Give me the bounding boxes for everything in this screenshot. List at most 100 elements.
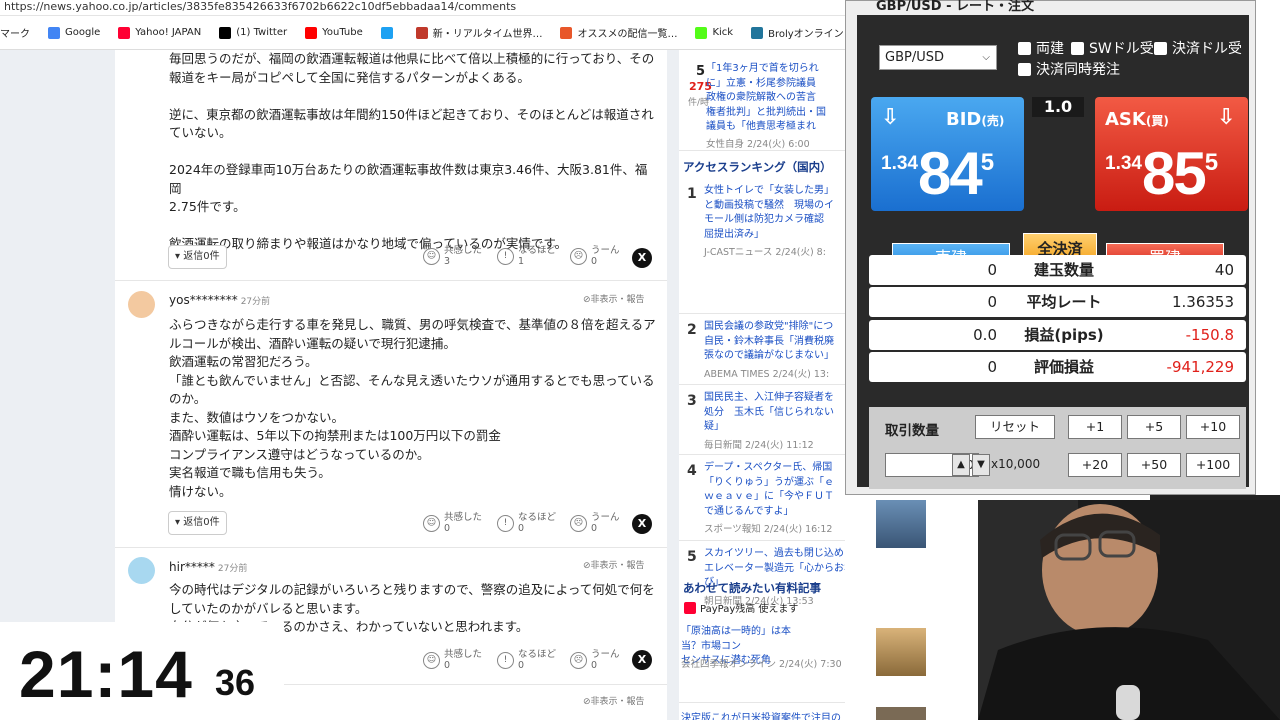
quantity-label: 取引数量 bbox=[885, 423, 939, 439]
comment-line: また、数値はウソをつかない。 bbox=[169, 409, 345, 425]
increment-20-button[interactable]: +20 bbox=[1068, 453, 1122, 477]
empathize-button[interactable]: ☺ 共感した 0 bbox=[423, 649, 482, 671]
increment-5-button[interactable]: +5 bbox=[1127, 415, 1181, 439]
settle-dollar-checkbox[interactable]: 決済ドル受 bbox=[1154, 38, 1242, 58]
trading-window: GBP/USD - レート・注文 GBP/USD ⌵ 両建 SWドル受 決済ドル受… bbox=[845, 0, 1256, 495]
bookmark-item[interactable]: (1) Twitter bbox=[219, 26, 287, 39]
empathize-button[interactable]: ☺ 共感した 0 bbox=[423, 512, 482, 534]
bookmark-item[interactable]: マーク bbox=[0, 25, 30, 40]
divider bbox=[679, 313, 845, 314]
article-thumbnail[interactable] bbox=[876, 707, 926, 720]
divider bbox=[679, 384, 845, 385]
bookmark-item[interactable]: Google bbox=[48, 26, 100, 39]
lightbulb-icon: ǃ bbox=[497, 514, 514, 532]
ranking-source: スポーツ報知 2/24(火) 16:12 bbox=[704, 524, 833, 535]
increment-10-button[interactable]: +10 bbox=[1186, 415, 1240, 439]
bookmark-item[interactable]: Kick bbox=[695, 26, 734, 39]
hide-report-link[interactable]: ⊘非表示・報告 bbox=[583, 292, 645, 305]
ranking-title[interactable]: 「1年3ヶ月で首を切られ に」立憲・杉尾参院議員 政権の衆院解散への苦言 権者批判」と… bbox=[706, 62, 826, 135]
bookmark-item[interactable]: オススメの配信一覧… bbox=[560, 25, 677, 40]
bid-button[interactable]: ⇩ BID(売) 1.34845 bbox=[871, 97, 1024, 211]
paid-article-source: 会社四季報オンライン 2/24(火) 7:30 bbox=[681, 659, 842, 670]
bookmark-item[interactable]: Yahoo! JAPAN bbox=[118, 26, 202, 39]
arrow-down-icon: ⇩ bbox=[881, 105, 900, 130]
hedge-checkbox[interactable]: 両建 bbox=[1018, 38, 1064, 58]
bookmark-label: Kick bbox=[712, 27, 734, 38]
share-x-icon[interactable]: X bbox=[632, 248, 652, 268]
increment-100-button[interactable]: +100 bbox=[1186, 453, 1240, 477]
ranking-title[interactable]: デープ・スペクター氏、帰国 「りくりゅう」うが運ぶ「ｅ ｗｅａｖｅ」に「今やＦＵＴ で… bbox=[704, 461, 845, 519]
simultaneous-order-checkbox[interactable]: 決済同時発注 bbox=[1018, 59, 1120, 79]
share-x-icon[interactable]: X bbox=[632, 514, 652, 534]
buy-side-value: -150.8 bbox=[1185, 326, 1234, 344]
divider bbox=[115, 280, 667, 281]
avatar bbox=[128, 291, 155, 318]
hide-report-link[interactable]: ⊘非表示・報告 bbox=[583, 694, 645, 707]
ranking-source: ABEMA TIMES 2/24(火) 13: bbox=[704, 368, 830, 380]
title-line: 権者批判」と批判続出・国 bbox=[706, 106, 826, 118]
ask-button[interactable]: ASK(買) ⇩ 1.34855 bbox=[1095, 97, 1248, 211]
comment-line: ルコールが検出、酒酔い運転の疑いで現行犯逮捕。 bbox=[169, 335, 456, 351]
comment-line: 酒酔い運転は、5年以下の拘禁刑または100万円以下の罰金 bbox=[169, 428, 501, 443]
share-x-icon[interactable]: X bbox=[632, 650, 652, 670]
comment-1-text: 毎回思うのだが、福岡の飲酒運転報道は他県に比べて倍以上積極的に行っており、その報… bbox=[169, 50, 659, 254]
hmm-button[interactable]: ☹ うーん 0 bbox=[570, 245, 620, 267]
reply-button[interactable]: ▾ 返信0件 bbox=[168, 511, 227, 535]
understand-button[interactable]: ǃ なるほど 0 bbox=[497, 512, 556, 534]
chevron-down-icon: ⌵ bbox=[982, 52, 990, 63]
reply-button[interactable]: ▾ 返信0件 bbox=[168, 245, 227, 269]
comment-line: 今の時代はデジタルの記録がいろいろと残りますので、警察の追及によって何処で何を bbox=[169, 582, 655, 597]
paid-article-title[interactable]: 決定版これが日米投資案件で注目の bbox=[681, 709, 841, 720]
article-thumbnail[interactable] bbox=[876, 500, 926, 548]
bookmark-item[interactable]: Brolyオンライン HD：… bbox=[751, 25, 845, 40]
hmm-button[interactable]: ☹ うーん 0 bbox=[570, 512, 620, 534]
article-thumbnail[interactable] bbox=[876, 628, 926, 676]
title-line: 国民会議の参政党"排除"につ bbox=[704, 321, 834, 332]
currency-pair-select[interactable]: GBP/USD ⌵ bbox=[879, 45, 997, 70]
bookmark-label: Yahoo! JAPAN bbox=[135, 27, 202, 38]
title-line: 張なので議論がなじまない」 bbox=[704, 350, 834, 361]
ranking-title[interactable]: 国民民主、入江伸子容疑者を 処分 玉木氏「信じられない 疑」 bbox=[704, 391, 845, 435]
sw-dollar-checkbox[interactable]: SWドル受 bbox=[1071, 38, 1154, 58]
reset-button[interactable]: リセット bbox=[975, 415, 1055, 439]
title-line: 「りくりゅう」うが運ぶ「ｅ bbox=[704, 476, 834, 488]
understand-button[interactable]: ǃ なるほど 1 bbox=[497, 245, 556, 267]
smile-icon: ☺ bbox=[423, 651, 440, 669]
spin-up-icon[interactable]: ▲ bbox=[952, 454, 970, 476]
comment-line: ふらつきながら走行する車を発見し、職質、男の呼気検査で、基準値の８倍を超えるア bbox=[169, 317, 656, 332]
spin-down-icon[interactable]: ▼ bbox=[972, 454, 990, 476]
address-bar[interactable]: https://news.yahoo.co.jp/articles/3835fe… bbox=[0, 0, 845, 16]
title-line: 国民民主、入江伸子容疑者を bbox=[704, 392, 834, 403]
ranking-title[interactable]: 女性トイレで「女装した男」 と動画投稿で騒然 現場のイ モール側は防犯カメラ確認 屈提… bbox=[704, 184, 845, 242]
title-line: デープ・スペクター氏、帰国 bbox=[704, 462, 833, 473]
title-line: 自民・鈴木幹事長「消費税廃 bbox=[704, 335, 834, 347]
hmm-button[interactable]: ☹ うーん 0 bbox=[570, 649, 620, 671]
increment-1-button[interactable]: +1 bbox=[1068, 415, 1122, 439]
title-line: 「原油高は一時的」は本当？市場コン bbox=[681, 626, 791, 652]
ranking-source: J-CASTニュース 2/24(火) 8: bbox=[704, 247, 826, 258]
buy-side-value: 40 bbox=[1214, 261, 1234, 279]
ranking-item[interactable]: 5 275 件/時 「1年3ヶ月で首を切られ に」立憲・杉尾参院議員 政権の衆院解散… bbox=[679, 62, 845, 154]
understand-button[interactable]: ǃ なるほど 0 bbox=[497, 649, 556, 671]
bookmark-item[interactable] bbox=[380, 26, 398, 39]
spread-display: 1.0 bbox=[1032, 97, 1084, 117]
empathize-button[interactable]: ☺ 共感した 3 bbox=[423, 245, 482, 267]
bookmarks-bar: マーク Google Yahoo! JAPAN (1) Twitter YouTube 新… bbox=[0, 16, 845, 50]
bookmark-label: オススメの配信一覧… bbox=[577, 29, 678, 40]
bookmark-item[interactable]: YouTube bbox=[305, 26, 363, 39]
lightbulb-icon: ǃ bbox=[497, 247, 514, 265]
hide-report-link[interactable]: ⊘非表示・報告 bbox=[583, 558, 645, 571]
bookmark-label: マーク bbox=[0, 29, 30, 40]
comment-username[interactable]: yos******** 27分前 bbox=[169, 293, 270, 307]
title-line: スカイツリー、過去も閉じ込め bbox=[704, 548, 844, 559]
ranking-title[interactable]: 国民会議の参政党"排除"につ 自民・鈴木幹事長「消費税廃 張なので議論がなじまない」 bbox=[704, 320, 845, 364]
youtube-icon bbox=[305, 26, 318, 39]
title-line: で通じるんですよ」 bbox=[704, 505, 794, 517]
comment-username[interactable]: hir***** 27分前 bbox=[169, 560, 247, 574]
right-sidebar: 5 275 件/時 「1年3ヶ月で首を切られ に」立憲・杉尾参院議員 政権の衆院解散… bbox=[679, 50, 845, 720]
title-line: エレベーター製造元「心からおわ bbox=[704, 562, 845, 574]
bookmark-item[interactable]: 新・リアルタイム世界… bbox=[415, 25, 542, 40]
divider bbox=[679, 150, 845, 151]
increment-50-button[interactable]: +50 bbox=[1127, 453, 1181, 477]
lightbulb-icon: ǃ bbox=[497, 651, 514, 669]
